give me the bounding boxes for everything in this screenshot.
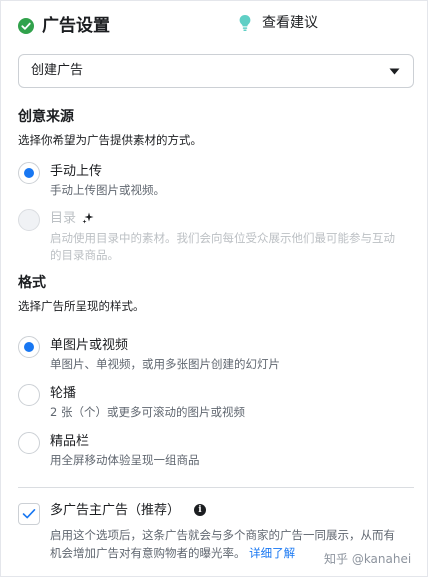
info-icon[interactable]: i (194, 504, 206, 516)
multi-advertiser-label: 多广告主广告（推荐） (50, 503, 181, 518)
radio-carousel[interactable] (18, 384, 40, 406)
view-suggestions-link[interactable]: 查看建议 (262, 13, 318, 33)
format-title: 格式 (18, 275, 46, 291)
carousel-label: 轮播 (50, 386, 77, 401)
checkmark-icon (22, 509, 36, 519)
ad-settings-panel: 广告设置 查看建议 创建广告 创意来源 选择你希望为广告提供素材的方式。 手动上… (0, 0, 428, 577)
manual-upload-label: 手动上传 (50, 164, 103, 179)
creative-source-subtitle: 选择你希望为广告提供素材的方式。 (18, 133, 202, 147)
format-subtitle: 选择广告所呈现的样式。 (18, 299, 145, 313)
multi-advertiser-description-line1: 启用这个选项后，这条广告就会与多个商家的广告一同展示，从而有 (50, 528, 395, 542)
learn-more-link[interactable]: 详细了解 (249, 546, 295, 560)
lightbulb-icon[interactable] (238, 14, 252, 32)
manual-upload-description: 手动上传图片或视频。 (50, 183, 165, 197)
carousel-description: 2 张（个）或更多可滚动的图片或视频 (50, 405, 245, 419)
multi-advertiser-description-line2: 机会增加广告对有意购物者的曝光率。 (50, 546, 246, 560)
creative-source-title: 创意来源 (18, 109, 74, 125)
collection-description: 用全屏移动体验呈现一组商品 (50, 453, 200, 467)
page-title: 广告设置 (42, 16, 110, 36)
watermark: 知乎 @kanahei (324, 552, 412, 566)
single-image-video-label: 单图片或视频 (50, 338, 129, 353)
catalog-description-line2: 的目录商品。 (50, 248, 119, 262)
ad-type-select-value: 创建广告 (31, 63, 84, 78)
ad-type-select[interactable]: 创建广告 (18, 54, 414, 88)
caret-down-icon (389, 68, 400, 75)
multi-advertiser-checkbox[interactable] (18, 503, 40, 525)
catalog-description-line1: 启动使用目录中的素材。我们会向每位受众展示他们最可能参与互动 (50, 231, 395, 245)
radio-manual-upload[interactable] (18, 162, 40, 184)
section-divider (18, 487, 414, 488)
radio-catalog[interactable] (18, 209, 40, 231)
collection-label: 精品栏 (50, 434, 90, 449)
catalog-label: 目录 (50, 211, 77, 226)
single-image-video-description: 单图片、单视频，或用多张图片创建的幻灯片 (50, 357, 280, 371)
sparkle-icon (82, 212, 94, 224)
check-circle-icon (18, 18, 34, 34)
radio-single-image-video[interactable] (18, 336, 40, 358)
radio-collection[interactable] (18, 432, 40, 454)
